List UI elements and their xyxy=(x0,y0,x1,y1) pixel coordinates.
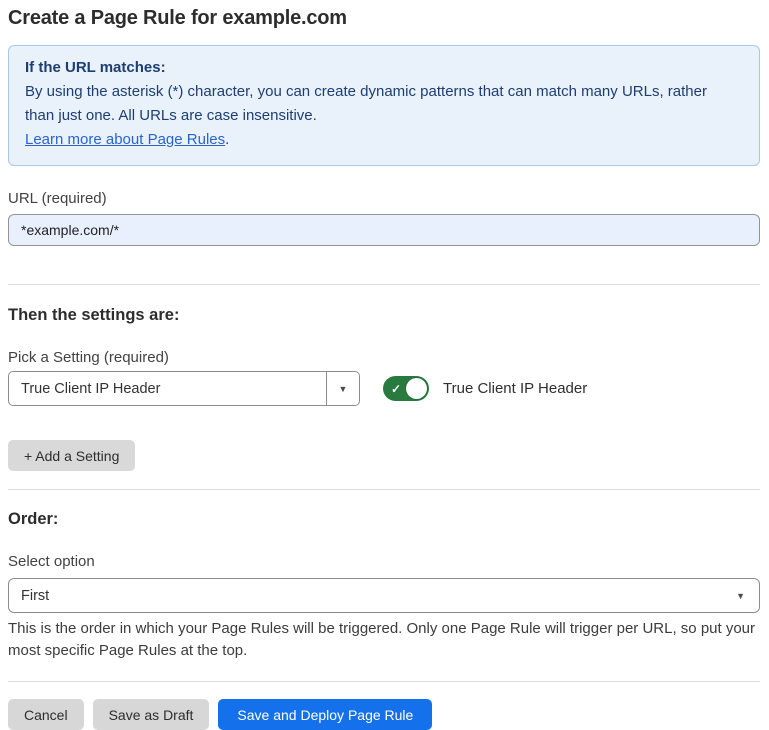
order-section-heading: Order: xyxy=(8,510,760,529)
url-input[interactable] xyxy=(8,214,760,246)
divider xyxy=(8,489,760,490)
chevron-down-icon: ▼ xyxy=(736,591,745,601)
info-box-body: By using the asterisk (*) character, you… xyxy=(25,80,737,128)
info-box-link-line: Learn more about Page Rules. xyxy=(25,128,743,152)
order-help-text: This is the order in which your Page Rul… xyxy=(8,618,760,662)
cancel-button[interactable]: Cancel xyxy=(8,699,84,730)
order-select-value: First xyxy=(21,588,49,604)
url-field-label: URL (required) xyxy=(8,190,760,207)
setting-row: True Client IP Header ▼ ✓ True Client IP… xyxy=(8,371,760,406)
true-client-ip-toggle[interactable]: ✓ xyxy=(383,376,429,401)
pick-setting-label: Pick a Setting (required) xyxy=(8,349,760,366)
check-icon: ✓ xyxy=(391,383,401,395)
save-as-draft-button[interactable]: Save as Draft xyxy=(93,699,210,730)
chevron-down-icon: ▼ xyxy=(339,384,348,394)
setting-dropdown-arrow-button[interactable]: ▼ xyxy=(326,372,359,405)
divider xyxy=(8,681,760,682)
order-select[interactable]: First ▼ xyxy=(8,578,760,613)
link-suffix: . xyxy=(225,131,229,148)
page-title: Create a Page Rule for example.com xyxy=(8,0,760,30)
save-and-deploy-button[interactable]: Save and Deploy Page Rule xyxy=(218,699,432,730)
toggle-label: True Client IP Header xyxy=(443,380,587,397)
select-option-label: Select option xyxy=(8,553,760,570)
setting-dropdown[interactable]: True Client IP Header ▼ xyxy=(8,371,360,406)
learn-more-link[interactable]: Learn more about Page Rules xyxy=(25,131,225,148)
settings-section-heading: Then the settings are: xyxy=(8,306,760,325)
page-rule-form: Create a Page Rule for example.com If th… xyxy=(0,0,769,730)
info-box-heading: If the URL matches: xyxy=(25,56,743,80)
setting-dropdown-value: True Client IP Header xyxy=(9,372,326,405)
divider xyxy=(8,284,760,285)
toggle-knob xyxy=(406,378,427,399)
footer-actions: Cancel Save as Draft Save and Deploy Pag… xyxy=(8,699,760,730)
url-match-info-box: If the URL matches: By using the asteris… xyxy=(8,45,760,166)
add-setting-button[interactable]: + Add a Setting xyxy=(8,440,135,471)
